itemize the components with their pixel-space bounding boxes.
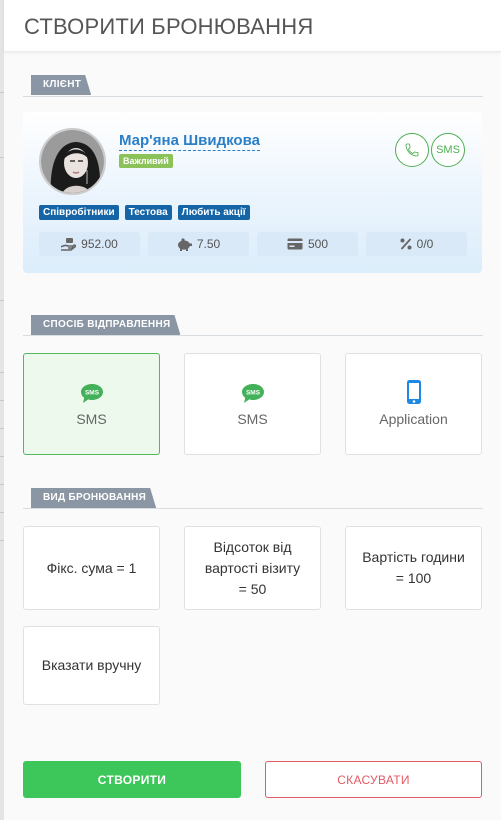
modal-title: СТВОРИТИ БРОНЮВАННЯ xyxy=(24,14,314,39)
stat-value: 952.00 xyxy=(81,237,118,251)
sms-chat-icon: SMS xyxy=(241,384,264,403)
section-label-send-method: СПОСІБ ВІДПРАВЛЕННЯ xyxy=(31,315,180,335)
smartphone-icon xyxy=(406,380,421,404)
cancel-button[interactable]: СКАСУВАТИ xyxy=(265,761,482,798)
sms-button[interactable]: SMS xyxy=(431,133,465,167)
send-option-sms[interactable]: SMS SMS xyxy=(23,353,160,455)
send-option-label: Application xyxy=(379,411,448,427)
phone-icon xyxy=(405,143,419,157)
section-label-client: КЛІЄНТ xyxy=(31,75,91,95)
stat-bonus: 7.50 xyxy=(148,232,249,256)
send-option-label: SMS xyxy=(76,411,107,427)
create-button[interactable]: СТВОРИТИ xyxy=(23,761,241,798)
sms-chat-icon: SMS xyxy=(80,384,103,403)
client-tag: Тестова xyxy=(124,205,172,220)
client-tag: Співробітники xyxy=(39,205,119,220)
svg-text:SMS: SMS xyxy=(84,390,99,397)
percent-icon xyxy=(400,238,412,250)
section-divider xyxy=(23,335,483,336)
booking-type-label: Фікс. сума = 1 xyxy=(46,559,137,576)
background-page-edge xyxy=(0,0,4,820)
client-tags: Співробітники Тестова Любить акції xyxy=(39,205,250,220)
booking-type-label: Відсоток від вартості візиту = 50 xyxy=(204,538,301,597)
stat-value: 0/0 xyxy=(416,237,434,251)
booking-type-label: Вказати вручну xyxy=(41,657,142,673)
avatar[interactable] xyxy=(39,128,106,195)
section-divider xyxy=(23,96,483,97)
send-option-sms[interactable]: SMS SMS xyxy=(184,353,321,455)
client-card: Мар'яна Швидкова Важливий SMS Співробітн… xyxy=(23,112,482,273)
piggy-bank-icon xyxy=(177,237,192,251)
booking-type-hourly[interactable]: Вартість години = 100 xyxy=(345,526,482,610)
money-hand-icon xyxy=(61,237,77,251)
status-badge: Важливий xyxy=(119,154,173,168)
stat-discount: 0/0 xyxy=(366,232,467,256)
stat-value: 7.50 xyxy=(196,237,221,251)
stat-card: 500 xyxy=(257,232,358,256)
section-label-booking-type: ВИД БРОНЮВАННЯ xyxy=(31,488,156,508)
send-option-label: SMS xyxy=(237,411,268,427)
svg-text:SMS: SMS xyxy=(245,390,260,397)
booking-type-fixed[interactable]: Фікс. сума = 1 xyxy=(23,526,160,610)
client-name-link[interactable]: Мар'яна Швидкова xyxy=(119,132,260,151)
stat-spent: 952.00 xyxy=(39,232,140,256)
send-option-application[interactable]: Application xyxy=(345,353,482,455)
credit-card-icon xyxy=(287,238,303,250)
stat-value: 500 xyxy=(307,237,329,251)
client-stats: 952.00 7.50 500 0/0 xyxy=(39,232,467,256)
booking-type-label: Вартість години = 100 xyxy=(362,549,465,586)
call-button[interactable] xyxy=(395,133,429,167)
section-divider xyxy=(23,508,483,509)
booking-type-manual[interactable]: Вказати вручну xyxy=(23,626,160,705)
booking-type-percent[interactable]: Відсоток від вартості візиту = 50 xyxy=(184,526,321,610)
client-tag: Любить акції xyxy=(177,205,250,220)
modal-header: СТВОРИТИ БРОНЮВАННЯ xyxy=(4,0,501,52)
